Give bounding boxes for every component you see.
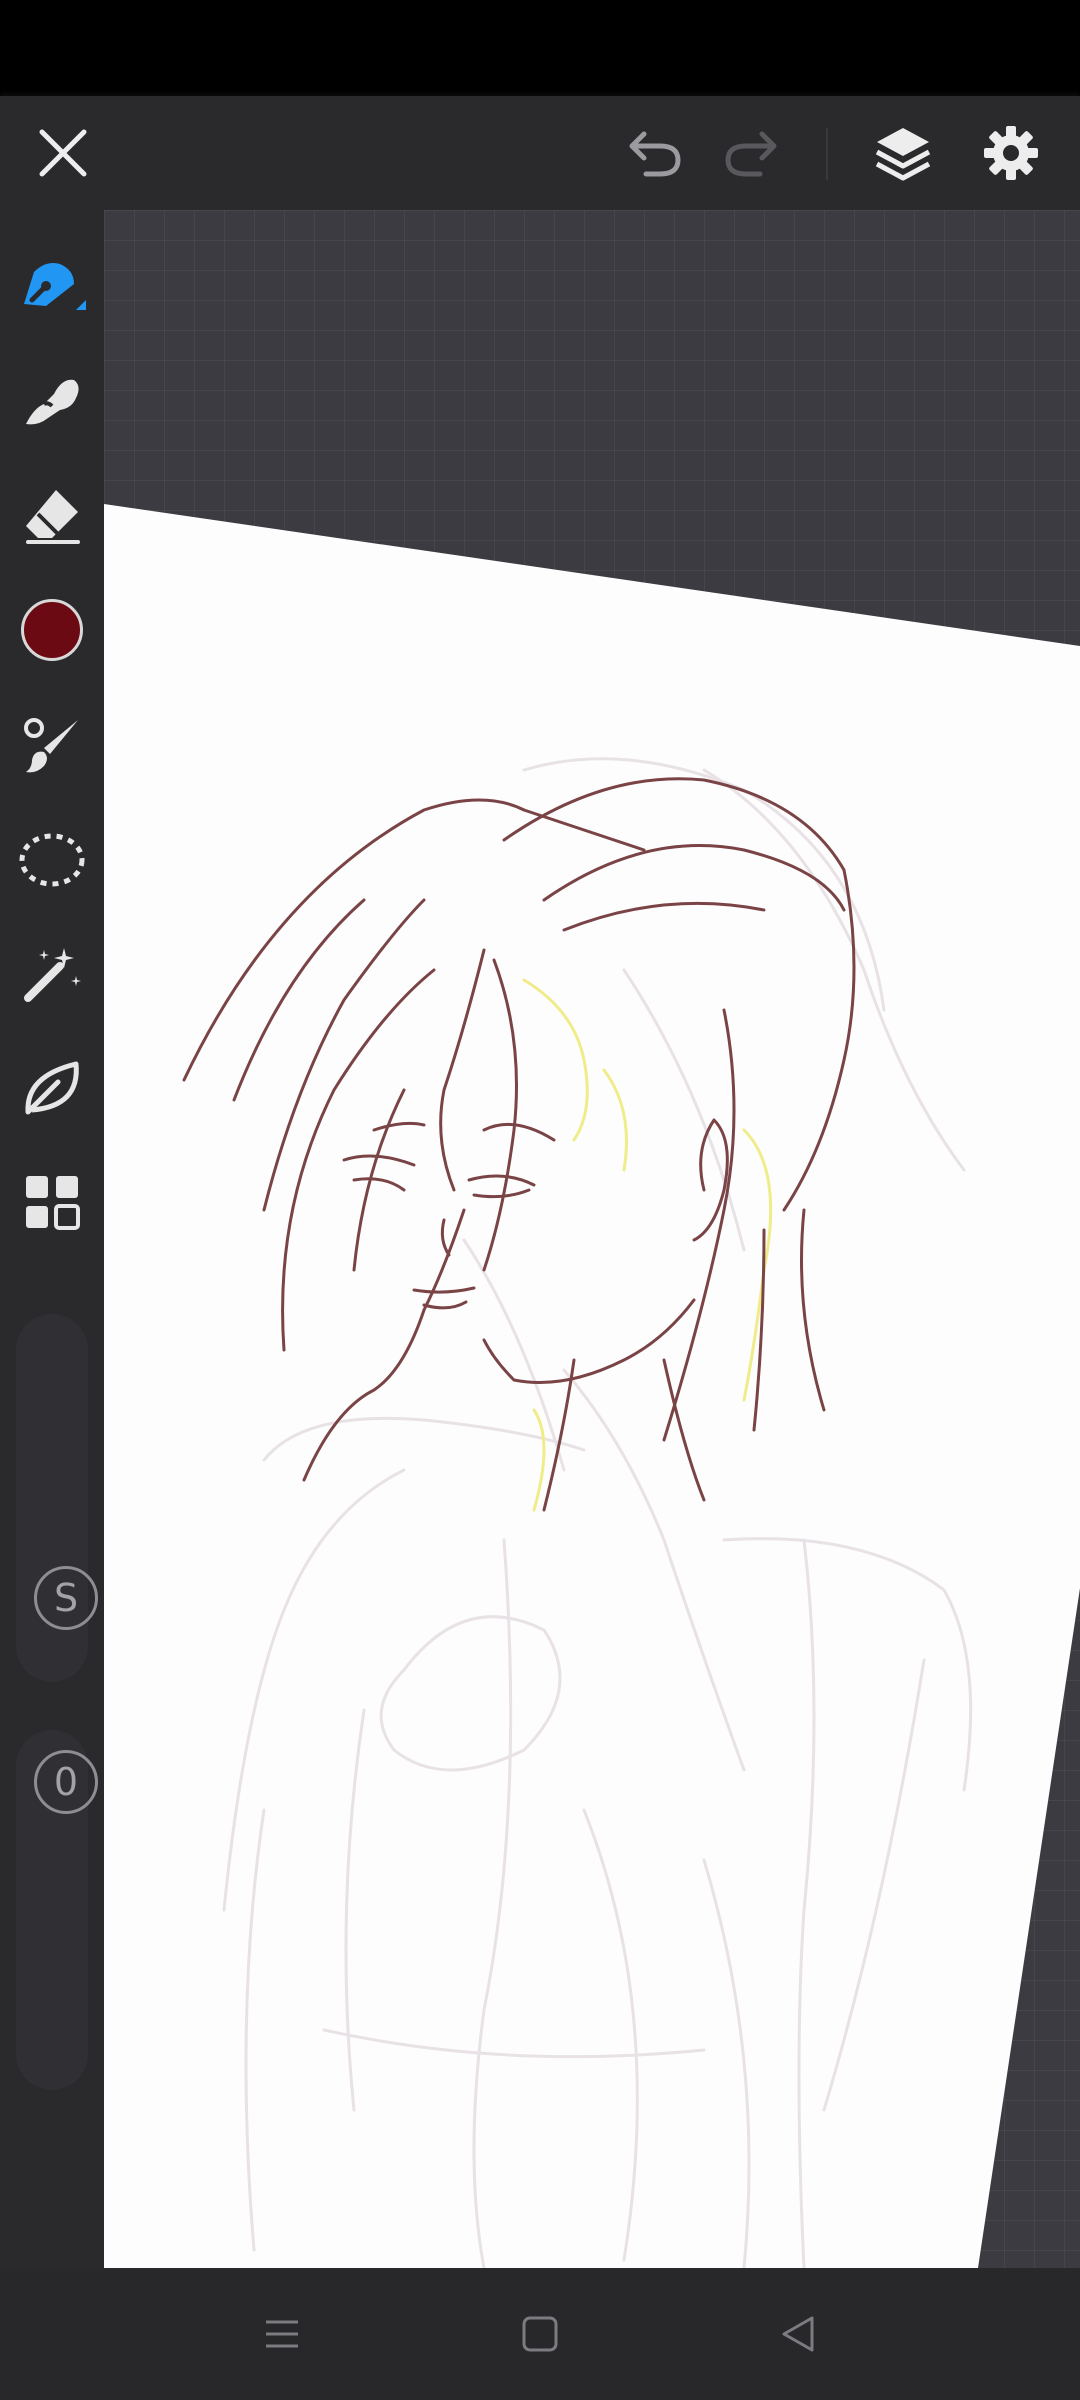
close-icon: [39, 129, 87, 177]
drawing-canvas[interactable]: [104, 210, 1080, 2268]
smudge-tool-button[interactable]: [0, 348, 104, 452]
recent-apps-button[interactable]: [232, 2294, 332, 2374]
settings-button[interactable]: [956, 96, 1066, 210]
layers-button[interactable]: [848, 96, 958, 210]
brush-size-label: S: [53, 1576, 79, 1620]
eraser-tool-button[interactable]: [0, 464, 104, 568]
home-icon: [522, 2316, 558, 2352]
pencil-brush-icon: [24, 263, 86, 310]
pencil-tool-button[interactable]: [0, 234, 104, 338]
magic-wand-tool-button[interactable]: [0, 922, 104, 1026]
color-picker-button[interactable]: [0, 578, 104, 682]
close-button[interactable]: [8, 96, 118, 210]
left-toolbar: S 0: [0, 210, 104, 2268]
drawing-canvas-area[interactable]: [104, 210, 1080, 2268]
brush-opacity-knob[interactable]: 0: [34, 1750, 98, 1814]
settings-gear-icon: [984, 126, 1038, 180]
smudge-icon: [26, 379, 79, 425]
back-button[interactable]: [748, 2294, 848, 2374]
more-tools-button[interactable]: [0, 1150, 104, 1254]
brush-size-knob[interactable]: S: [34, 1566, 98, 1630]
color-swatch: [21, 599, 83, 661]
menu-icon: [266, 2320, 298, 2348]
lasso-tool-button[interactable]: [0, 808, 104, 912]
back-icon: [782, 2316, 814, 2352]
leaf-shape-icon: [25, 1061, 79, 1115]
redo-icon: [725, 131, 777, 177]
layers-icon: [875, 128, 931, 181]
undo-button[interactable]: [600, 96, 710, 210]
lasso-select-icon: [19, 833, 85, 887]
system-navigation-bar: [0, 2268, 1080, 2400]
shape-tool-button[interactable]: [0, 1036, 104, 1140]
grid-menu-icon: [26, 1176, 80, 1230]
status-bar: [0, 0, 1080, 96]
top-toolbar: [0, 96, 1080, 210]
paper-sheet: [104, 504, 1080, 2268]
brush-tool-button[interactable]: [0, 694, 104, 798]
brush-opacity-slider[interactable]: 0: [16, 1730, 98, 2090]
home-button[interactable]: [490, 2294, 590, 2374]
brush-size-slider[interactable]: S: [16, 1314, 98, 1682]
eraser-icon: [26, 490, 80, 544]
paint-brush-icon: [24, 718, 78, 773]
toolbar-divider: [826, 128, 828, 180]
redo-button[interactable]: [696, 96, 806, 210]
magic-wand-icon: [24, 948, 81, 1002]
undo-icon: [629, 131, 681, 177]
brush-opacity-label: 0: [53, 1760, 79, 1804]
